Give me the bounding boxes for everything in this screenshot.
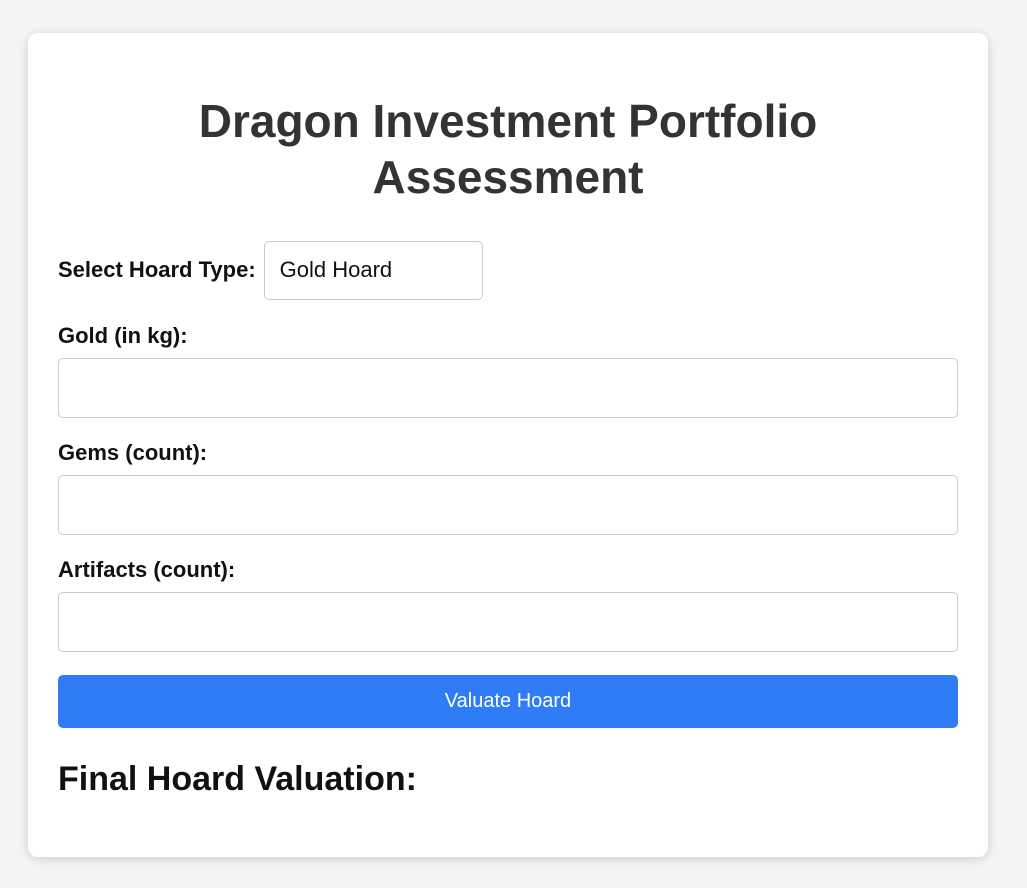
artifacts-label: Artifacts (count): <box>58 557 236 582</box>
page-title-line-2: Assessment <box>372 151 644 203</box>
page-title: Dragon Investment Portfolio Assessment <box>58 33 958 205</box>
artifacts-input[interactable] <box>58 592 958 652</box>
valuate-hoard-button[interactable]: Valuate Hoard <box>58 675 958 728</box>
final-valuation-label: Final Hoard Valuation: <box>58 760 417 798</box>
hoard-type-row: Select Hoard Type: Gold Hoard <box>58 240 958 300</box>
hoard-type-selected-value: Gold Hoard <box>279 257 393 282</box>
hoard-type-label: Select Hoard Type: <box>58 257 256 282</box>
gems-input[interactable] <box>58 475 958 535</box>
gold-label: Gold (in kg): <box>58 323 188 348</box>
gold-input[interactable] <box>58 358 958 418</box>
page-title-line-1: Dragon Investment Portfolio <box>198 95 818 147</box>
hoard-type-select[interactable]: Gold Hoard <box>263 240 483 300</box>
gems-label: Gems (count): <box>58 440 208 465</box>
final-valuation-heading: Final Hoard Valuation: <box>58 759 958 799</box>
assessment-card: Dragon Investment Portfolio Assessment Se… <box>28 33 988 857</box>
